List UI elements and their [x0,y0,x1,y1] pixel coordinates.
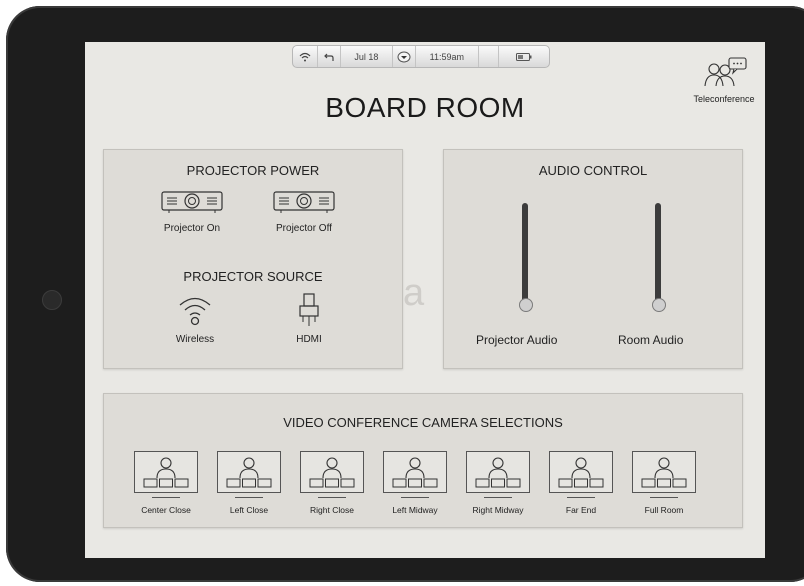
camera-preset-label: Full Room [644,505,684,515]
touch-panel-screen: Jul 18 11:59am BOARD ROOM Teleconference… [85,42,765,558]
projector-on-label: Projector On [163,223,221,234]
person-with-seats-icon [383,451,447,493]
wireless-source-button[interactable]: Wireless [160,292,230,345]
home-button[interactable] [42,290,62,310]
camera-preset-label: Right Midway [472,505,524,515]
people-chat-icon [704,57,747,87]
projector-off-label: Projector Off [276,223,332,234]
person-with-seats-icon [300,451,364,493]
projector-audio-label: Projector Audio [476,333,558,347]
projector-icon [161,191,223,213]
wireless-label: Wireless [175,334,215,345]
preset-indicator [318,497,346,498]
preset-indicator [235,497,263,498]
camera-preset-button[interactable]: Center Close [133,451,199,515]
teleconference-button[interactable]: Teleconference [689,56,759,104]
person-with-seats-icon [549,451,613,493]
preset-indicator [650,497,678,498]
status-date: Jul 18 [341,46,394,67]
dropdown-icon[interactable] [393,46,417,67]
audio-panel: AUDIO CONTROL Projector Audio Room Audio [443,149,743,369]
video-conference-title: VIDEO CONFERENCE CAMERA SELECTIONS [283,415,563,430]
projector-panel: PROJECTOR POWER Projector On Projector O… [103,149,403,369]
person-with-seats-icon [632,451,696,493]
wifi-icon [293,46,318,67]
person-with-seats-icon [134,451,198,493]
camera-preset-button[interactable]: Left Midway [382,451,448,515]
audio-control-title: AUDIO CONTROL [538,163,648,178]
battery-icon [499,46,549,67]
camera-preset-button[interactable]: Full Room [631,451,697,515]
teleconference-label: Teleconference [693,94,755,104]
camera-preset-label: Left Midway [392,505,438,515]
camera-preset-label: Right Close [310,505,354,515]
hdmi-source-button[interactable]: HDMI [279,292,339,345]
status-time: 11:59am [416,46,479,67]
projector-source-title: PROJECTOR SOURCE [183,269,323,284]
person-with-seats-icon [466,451,530,493]
page-title: BOARD ROOM [325,92,525,123]
room-audio-label: Room Audio [618,333,684,347]
preset-indicator [484,497,512,498]
wifi-icon [179,297,211,326]
back-icon[interactable] [318,46,341,67]
camera-preset-button[interactable]: Left Close [216,451,282,515]
preset-indicator [401,497,429,498]
hdmi-icon [299,293,319,326]
camera-preset-label: Center Close [141,505,191,515]
projector-audio-slider[interactable] [522,203,528,311]
person-with-seats-icon [217,451,281,493]
camera-preset-label: Far End [565,505,597,515]
room-audio-slider[interactable] [655,203,661,311]
camera-preset-button[interactable]: Right Close [299,451,365,515]
video-conference-panel: VIDEO CONFERENCE CAMERA SELECTIONS Cente… [103,393,743,528]
preset-indicator [152,497,180,498]
projector-on-button[interactable]: Projector On [152,190,232,234]
preset-indicator [567,497,595,498]
camera-preset-button[interactable]: Far End [548,451,614,515]
projector-power-title: PROJECTOR POWER [186,163,320,178]
projector-audio-slider-knob[interactable] [519,297,533,312]
hdmi-label: HDMI [296,334,322,345]
background-watermark: a [403,272,425,314]
projector-off-button[interactable]: Projector Off [264,190,344,234]
room-audio-slider-knob[interactable] [652,297,666,312]
projector-icon [273,191,335,213]
status-bar: Jul 18 11:59am [292,45,550,68]
camera-preset-button[interactable]: Right Midway [465,451,531,515]
camera-preset-label: Left Close [229,505,269,515]
